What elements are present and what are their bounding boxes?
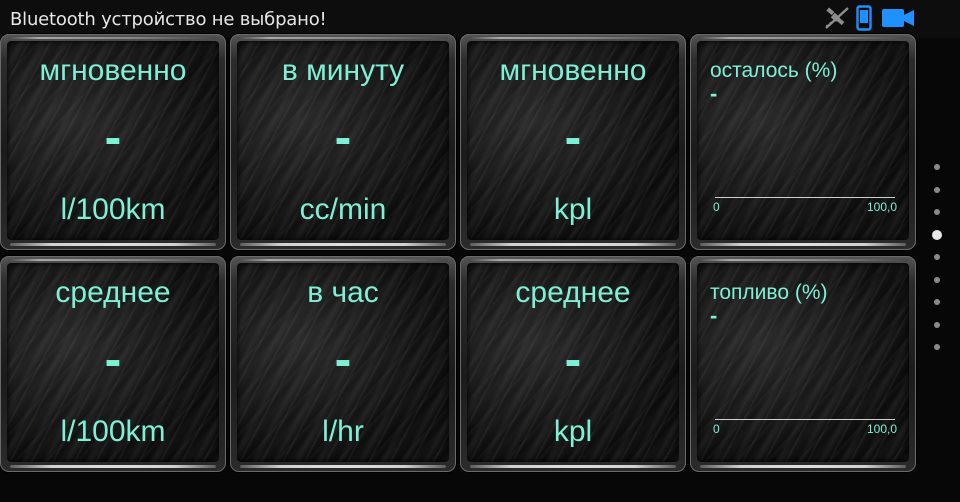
page-dot[interactable] xyxy=(934,321,940,328)
gauge-instant-l100km[interactable]: мгновенно - l/100km xyxy=(0,34,226,250)
gauge-value: - xyxy=(564,331,582,387)
gauge-unit: cc/min xyxy=(299,193,387,226)
bar-gauge-max: 100,0 xyxy=(866,200,897,214)
status-bar: Bluetooth устройство не выбрано! xyxy=(0,0,960,38)
camera-icon xyxy=(882,9,914,31)
gauge-average-l100km[interactable]: среднее - l/100km xyxy=(0,256,226,472)
bar-gauge-title: осталось (%) xyxy=(710,59,838,82)
gps-off-icon xyxy=(824,6,850,34)
gauge-unit: l/100km xyxy=(60,415,166,448)
gauge-value: - xyxy=(334,109,352,165)
bar-gauge-track xyxy=(715,197,895,198)
gauge-face: топливо (%) - 0 100,0 xyxy=(697,263,909,462)
page-dot[interactable] xyxy=(934,344,940,350)
page-dot[interactable] xyxy=(934,299,940,305)
gauge-per-minute-ccmin[interactable]: в минуту - cc/min xyxy=(230,34,456,250)
gauge-face: среднее - kpl xyxy=(467,263,679,462)
bar-gauge-value: - xyxy=(710,303,718,328)
status-message: Bluetooth устройство не выбрано! xyxy=(10,9,327,30)
gauge-per-hour-lhr[interactable]: в час - l/hr xyxy=(230,256,456,472)
gauge-value: - xyxy=(104,109,122,165)
gauge-value: - xyxy=(104,331,122,387)
bar-gauge-min: 0 xyxy=(713,200,720,214)
gauge-average-kpl[interactable]: среднее - kpl xyxy=(460,256,686,472)
gauge-value: - xyxy=(334,331,352,387)
page-dot[interactable] xyxy=(934,164,940,170)
bar-gauge-value: - xyxy=(710,81,718,106)
gauge-unit: l/hr xyxy=(322,415,364,448)
bar-gauge-min: 0 xyxy=(713,422,720,436)
gauge-value: - xyxy=(564,109,582,165)
gauge-title: в минуту xyxy=(281,54,405,87)
gauge-title: мгновенно xyxy=(499,54,647,87)
page-dot[interactable] xyxy=(932,229,942,240)
gauge-face: мгновенно - l/100km xyxy=(7,41,219,240)
gauge-title: среднее xyxy=(515,276,631,309)
page-indicator[interactable] xyxy=(930,164,944,364)
gauge-face: среднее - l/100km xyxy=(7,263,219,462)
bar-gauge-title: топливо (%) xyxy=(710,281,828,304)
page-dot[interactable] xyxy=(934,209,940,215)
gauge-title: среднее xyxy=(55,276,171,309)
gauge-title: мгновенно xyxy=(39,54,187,87)
bar-gauge-max: 100,0 xyxy=(866,422,897,436)
gauge-instant-kpl[interactable]: мгновенно - kpl xyxy=(460,34,686,250)
page-dot[interactable] xyxy=(934,254,940,260)
page-dot[interactable] xyxy=(934,186,940,193)
gauge-title: в час xyxy=(307,276,379,309)
bar-gauge-track xyxy=(715,419,895,420)
gauge-unit: kpl xyxy=(553,415,593,448)
gauge-grid: мгновенно - l/100km в минуту - cc/min мг… xyxy=(0,34,916,502)
phone-icon xyxy=(856,5,872,35)
gauge-remaining-percent[interactable]: осталось (%) - 0 100,0 xyxy=(690,34,916,250)
gauge-face: осталось (%) - 0 100,0 xyxy=(697,41,909,240)
gauge-face: мгновенно - kpl xyxy=(467,41,679,240)
gauge-face: в час - l/hr xyxy=(237,263,449,462)
gauge-unit: l/100km xyxy=(60,193,166,226)
gauge-fuel-percent[interactable]: топливо (%) - 0 100,0 xyxy=(690,256,916,472)
gauge-face: в минуту - cc/min xyxy=(237,41,449,240)
gauge-unit: kpl xyxy=(553,193,593,226)
page-dot[interactable] xyxy=(934,276,940,283)
